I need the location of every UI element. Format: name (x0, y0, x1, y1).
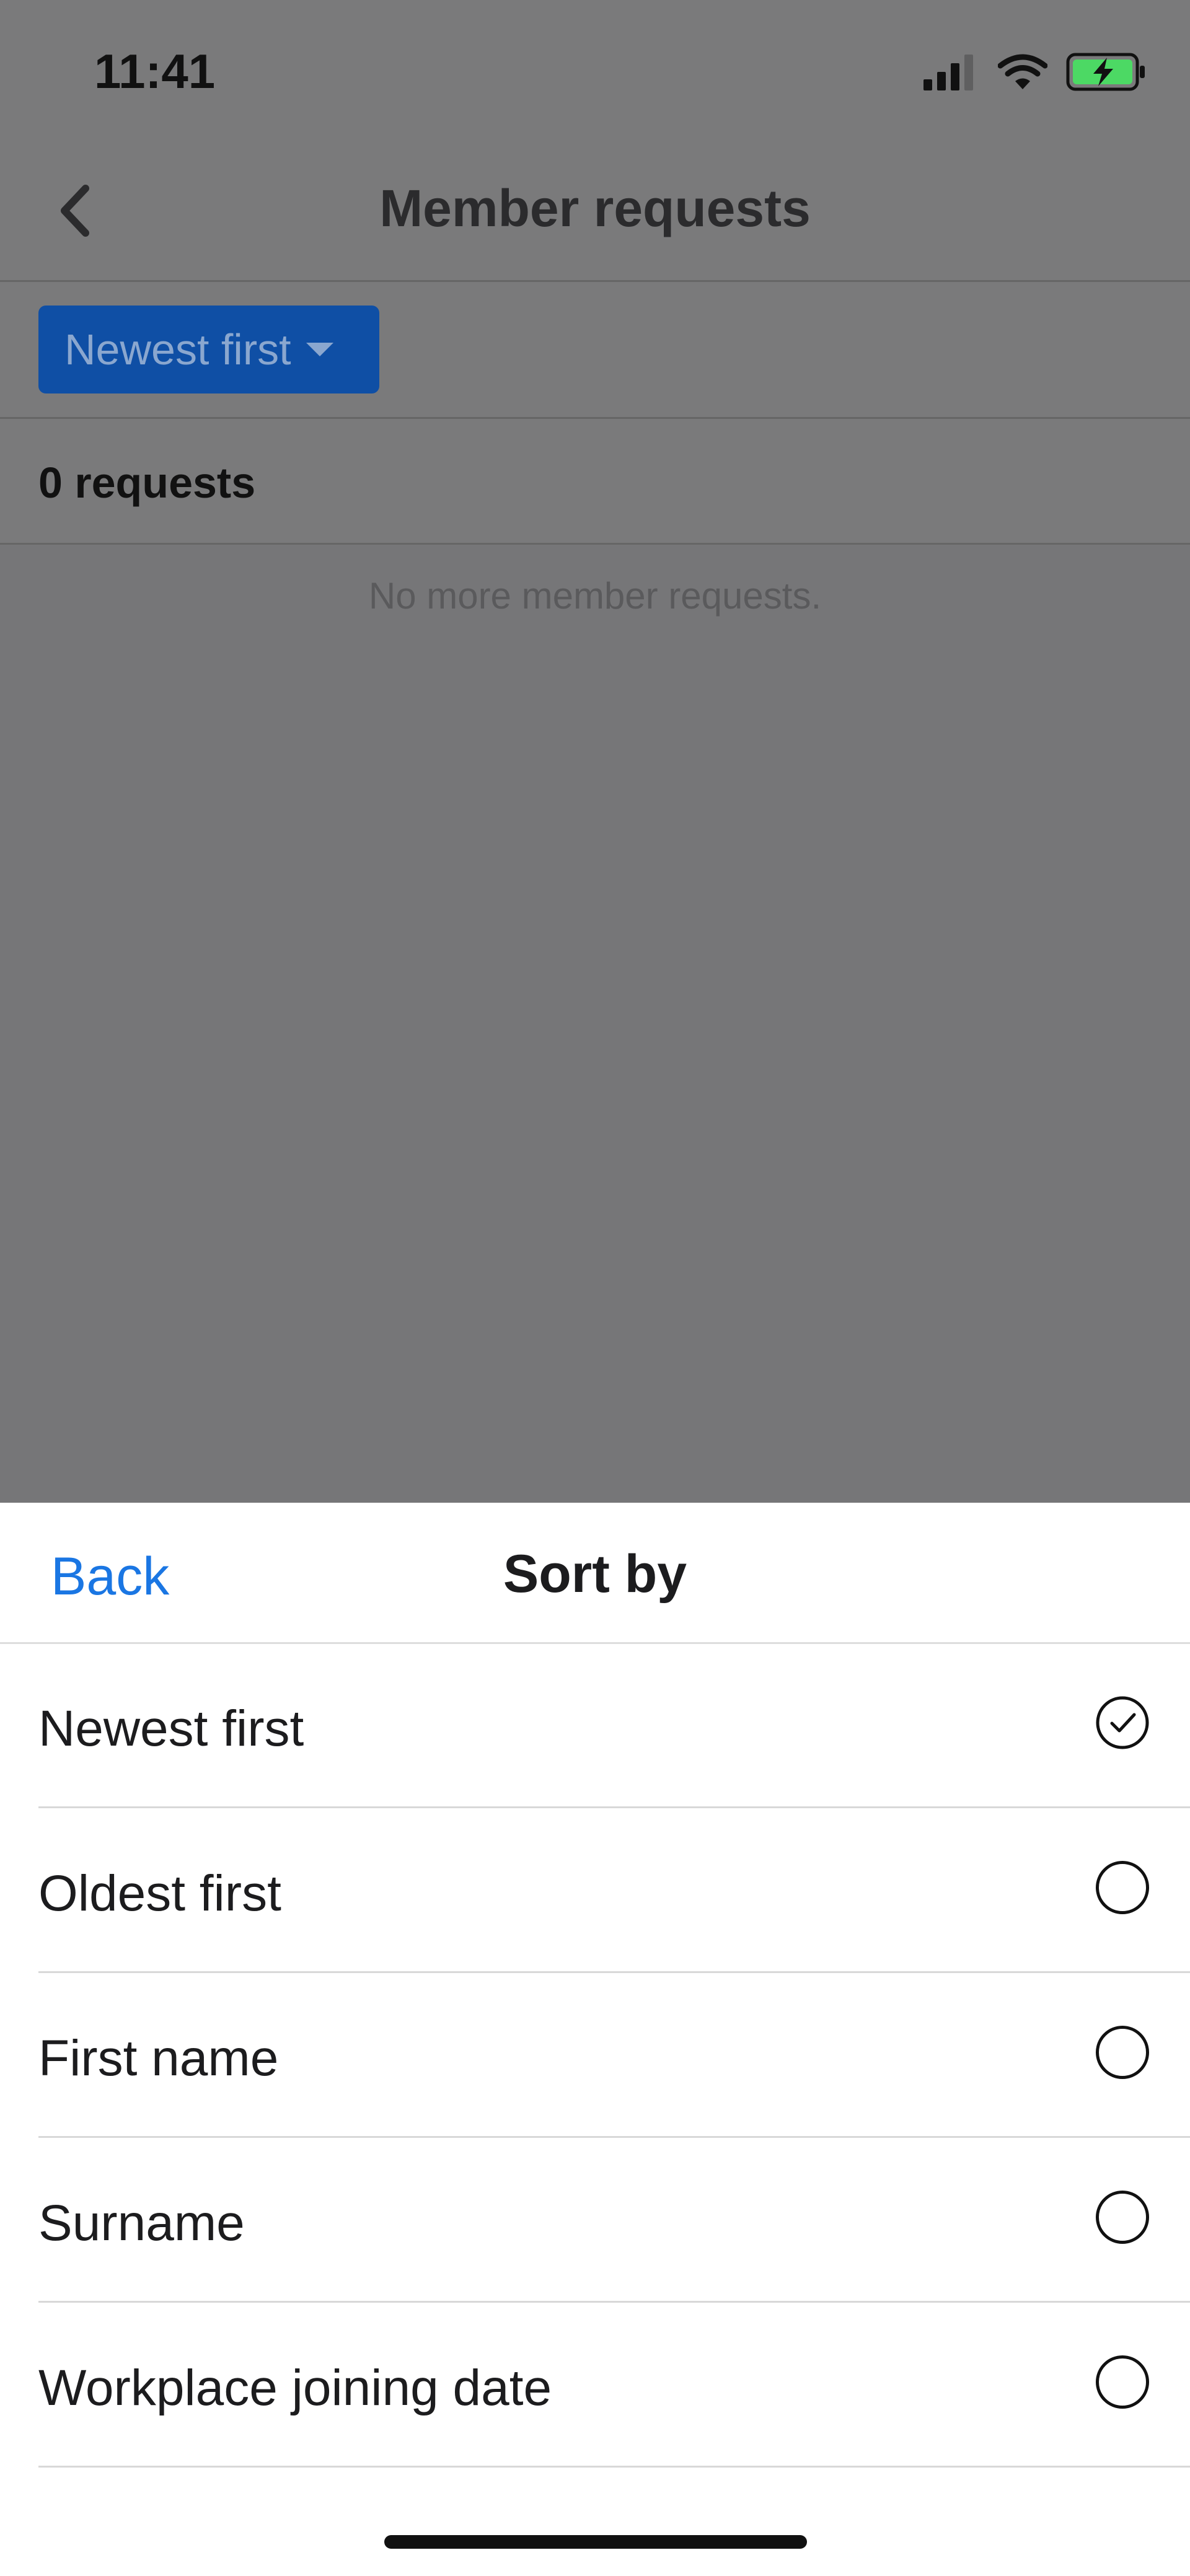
sort-option-label: Newest first (38, 1700, 304, 1757)
filter-bar: Newest first (0, 282, 1190, 419)
navigation-bar: Member requests (0, 143, 1190, 282)
sort-option-newest-first[interactable]: Newest first (38, 1644, 1190, 1808)
radio-circle-icon (1096, 1861, 1149, 1914)
radio-circle-icon (1096, 2191, 1149, 2244)
sort-dropdown-label: Newest first (64, 325, 291, 374)
sort-option-label: First name (38, 2030, 279, 2086)
sort-option-label: Surname (38, 2195, 245, 2251)
home-indicator (384, 2535, 807, 2549)
sheet-header: Back Sort by (0, 1503, 1190, 1644)
sheet-title: Sort by (503, 1544, 687, 1604)
requests-list: No more member requests. (0, 545, 1190, 1503)
radio-circle-icon (1096, 2026, 1149, 2079)
sort-option-label: Workplace joining date (38, 2360, 552, 2416)
radio-circle-icon (1096, 2355, 1149, 2409)
status-bar: 11:41 (0, 0, 1190, 143)
sort-option-first-name[interactable]: First name (38, 1974, 1190, 2138)
status-time: 11:41 (94, 44, 216, 99)
request-count: 0 requests (38, 459, 256, 507)
status-icons (923, 53, 1147, 91)
sort-option-label: Oldest first (38, 1865, 281, 1922)
wifi-icon (998, 54, 1047, 89)
caret-down-icon (306, 343, 333, 356)
battery-charging-icon (1066, 53, 1145, 91)
sort-option-oldest-first[interactable]: Oldest first (38, 1809, 1190, 1973)
signal-icon (923, 55, 973, 90)
screen: 11:41 Member requests Newest first 0 req… (0, 0, 1190, 2576)
request-count-bar: 0 requests (0, 419, 1190, 545)
sort-option-workplace-joining-date[interactable]: Workplace joining date (38, 2303, 1190, 2468)
page-title: Member requests (379, 179, 811, 237)
sort-by-sheet: Back Sort by Newest first Oldest first F… (0, 1503, 1190, 2576)
sort-option-surname[interactable]: Surname (38, 2139, 1190, 2303)
empty-state-message: No more member requests. (368, 575, 822, 617)
sort-dropdown-button[interactable]: Newest first (38, 306, 379, 393)
check-circle-icon (1096, 1696, 1149, 1749)
